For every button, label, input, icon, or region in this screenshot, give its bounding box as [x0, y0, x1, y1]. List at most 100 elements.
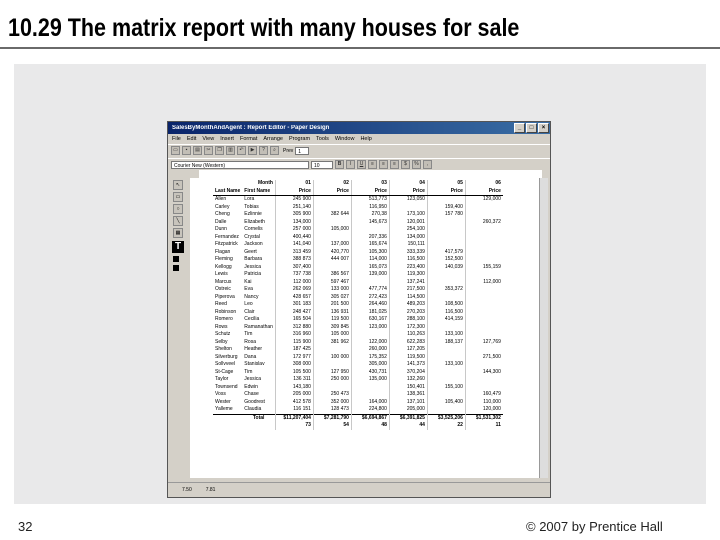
rectangle-tool-icon[interactable]: ▭ [173, 192, 183, 202]
menu-item[interactable]: Program [289, 136, 310, 142]
report-canvas[interactable]: Month 01 02 03 04 05 06 Last Name First Name … [199, 178, 542, 478]
font-size-select[interactable]: 10 [311, 160, 333, 169]
comma-icon[interactable]: , [423, 160, 432, 169]
price-cell: 119,500 [388, 353, 428, 361]
first-name-cell: Kai [244, 278, 252, 285]
price-cell: 205,000 [388, 406, 428, 414]
last-name-cell: Fleming [215, 256, 233, 262]
price-cell: 152,500 [426, 256, 466, 264]
price-cell: 305,000 [350, 361, 390, 369]
price-cell: 417,579 [426, 248, 466, 256]
italic-button[interactable]: I [346, 160, 355, 169]
zoom-icon[interactable]: ⌕ [270, 146, 279, 155]
table-row: St-Cage Tim 105 500 127 950 430,731 370,204 14… [213, 368, 503, 376]
percent-icon[interactable]: % [412, 160, 421, 169]
price-cell: 400,440 [274, 233, 314, 241]
last-name-cell: Fitzpatrick [215, 241, 238, 247]
price-cell: 622,283 [388, 338, 428, 346]
menu-item[interactable]: Format [240, 136, 257, 142]
total-cell: $3,525,206 [426, 413, 466, 422]
price-cell: 737 738 [274, 271, 314, 279]
ellipse-tool-icon[interactable]: ○ [173, 204, 183, 214]
line-color-icon[interactable] [173, 265, 179, 271]
total-cell: $6,391,825 [388, 413, 428, 422]
underline-button[interactable]: U [357, 160, 366, 169]
format-toolbar: Courier New (Western) 10 B I U ≡ ≡ ≡ $ %… [168, 158, 550, 170]
price-cell: 110,000 [464, 398, 503, 406]
bold-button[interactable]: B [335, 160, 344, 169]
cut-icon[interactable]: ✂ [204, 146, 213, 155]
field-tool-icon[interactable]: ▦ [173, 228, 183, 238]
price-cell: 133 000 [312, 286, 352, 294]
price-cell: 172 977 [274, 353, 314, 361]
price-cell: 264,460 [350, 301, 390, 309]
copy-icon[interactable]: ❐ [215, 146, 224, 155]
run-icon[interactable]: ▶ [248, 146, 257, 155]
minimize-button[interactable]: _ [514, 123, 525, 133]
price-cell [312, 218, 352, 226]
price-cell: 370,204 [388, 368, 428, 376]
price-cell: 157 780 [426, 211, 466, 219]
table-row: Wester Goodrest 412 578 352 000 164,000 137,1… [213, 398, 503, 406]
vertical-scrollbar[interactable] [539, 178, 548, 478]
help-icon[interactable]: ? [259, 146, 268, 155]
currency-icon[interactable]: $ [401, 160, 410, 169]
undo-icon[interactable]: ↶ [237, 146, 246, 155]
fill-color-icon[interactable] [173, 256, 179, 262]
price-cell: 313 459 [274, 248, 314, 256]
font-name-select[interactable]: Courier New (Western) [171, 160, 309, 169]
price-cell: 217,500 [388, 286, 428, 294]
zoom-field[interactable]: 1 [295, 146, 310, 155]
first-name-cell: Jessica [244, 263, 261, 270]
last-name-cell: Selby [215, 338, 228, 345]
close-button[interactable]: × [538, 123, 549, 133]
menu-item[interactable]: Arrange [263, 136, 283, 142]
first-name-cell: Lora [244, 196, 255, 202]
menu-item[interactable]: View [202, 136, 214, 142]
price-cell: 136 311 [274, 376, 314, 384]
first-name-cell: Jackson [244, 241, 263, 247]
align-center-icon[interactable]: ≡ [379, 160, 388, 169]
print-icon[interactable]: ▤ [193, 146, 202, 155]
menu-item[interactable]: Edit [187, 136, 196, 142]
price-cell [312, 195, 352, 204]
price-cell: 114,500 [388, 293, 428, 301]
price-cell: 270,203 [388, 308, 428, 316]
total-cell: $7,281,790 [312, 413, 352, 422]
first-name-cell: Crystal [244, 233, 260, 240]
save-icon[interactable]: ▪ [182, 146, 191, 155]
price-cell [350, 331, 390, 339]
menu-item[interactable]: Window [335, 136, 355, 142]
menu-item[interactable]: File [172, 136, 181, 142]
table-row: Romero Cecilia 165 504 119 500 630,167 288,10… [213, 316, 503, 324]
price-cell: 254,100 [388, 226, 428, 234]
price-cell: 477,774 [350, 286, 390, 294]
open-icon[interactable]: ▭ [171, 146, 180, 155]
price-cell: 160,479 [464, 391, 503, 399]
menu-item[interactable]: Help [360, 136, 371, 142]
table-row: Fleming Barbara 388 873 444 007 114,000 116,5… [213, 256, 503, 264]
align-right-icon[interactable]: ≡ [390, 160, 399, 169]
maximize-button[interactable]: □ [526, 123, 537, 133]
price-cell: 105,000 [312, 226, 352, 234]
price-cell: 352 000 [312, 398, 352, 406]
select-tool-icon[interactable]: ↖ [173, 180, 183, 190]
price-cell: 135,000 [350, 376, 390, 384]
month-header: 04 [388, 180, 428, 188]
paste-icon[interactable]: ▥ [226, 146, 235, 155]
text-tool-icon[interactable]: T [172, 241, 184, 253]
line-tool-icon[interactable]: ╲ [173, 216, 183, 226]
price-cell [350, 226, 390, 234]
menu-item[interactable]: Tools [316, 136, 329, 142]
table-row: Reed Leo 301 183 201 500 264,460 489,203 108,5… [213, 301, 503, 309]
price-cell [350, 391, 390, 399]
price-cell: 224,800 [350, 406, 390, 414]
price-cell: 251,140 [274, 203, 314, 211]
menu-item[interactable]: Insert [220, 136, 234, 142]
price-header: Price [312, 187, 352, 196]
align-left-icon[interactable]: ≡ [368, 160, 377, 169]
price-cell: 129,000 [464, 195, 503, 204]
window-titlebar[interactable]: SalesByMonthAndAgent : Report Editor - P… [168, 122, 550, 134]
title-divider [0, 47, 720, 49]
price-cell: 597 467 [312, 278, 352, 286]
